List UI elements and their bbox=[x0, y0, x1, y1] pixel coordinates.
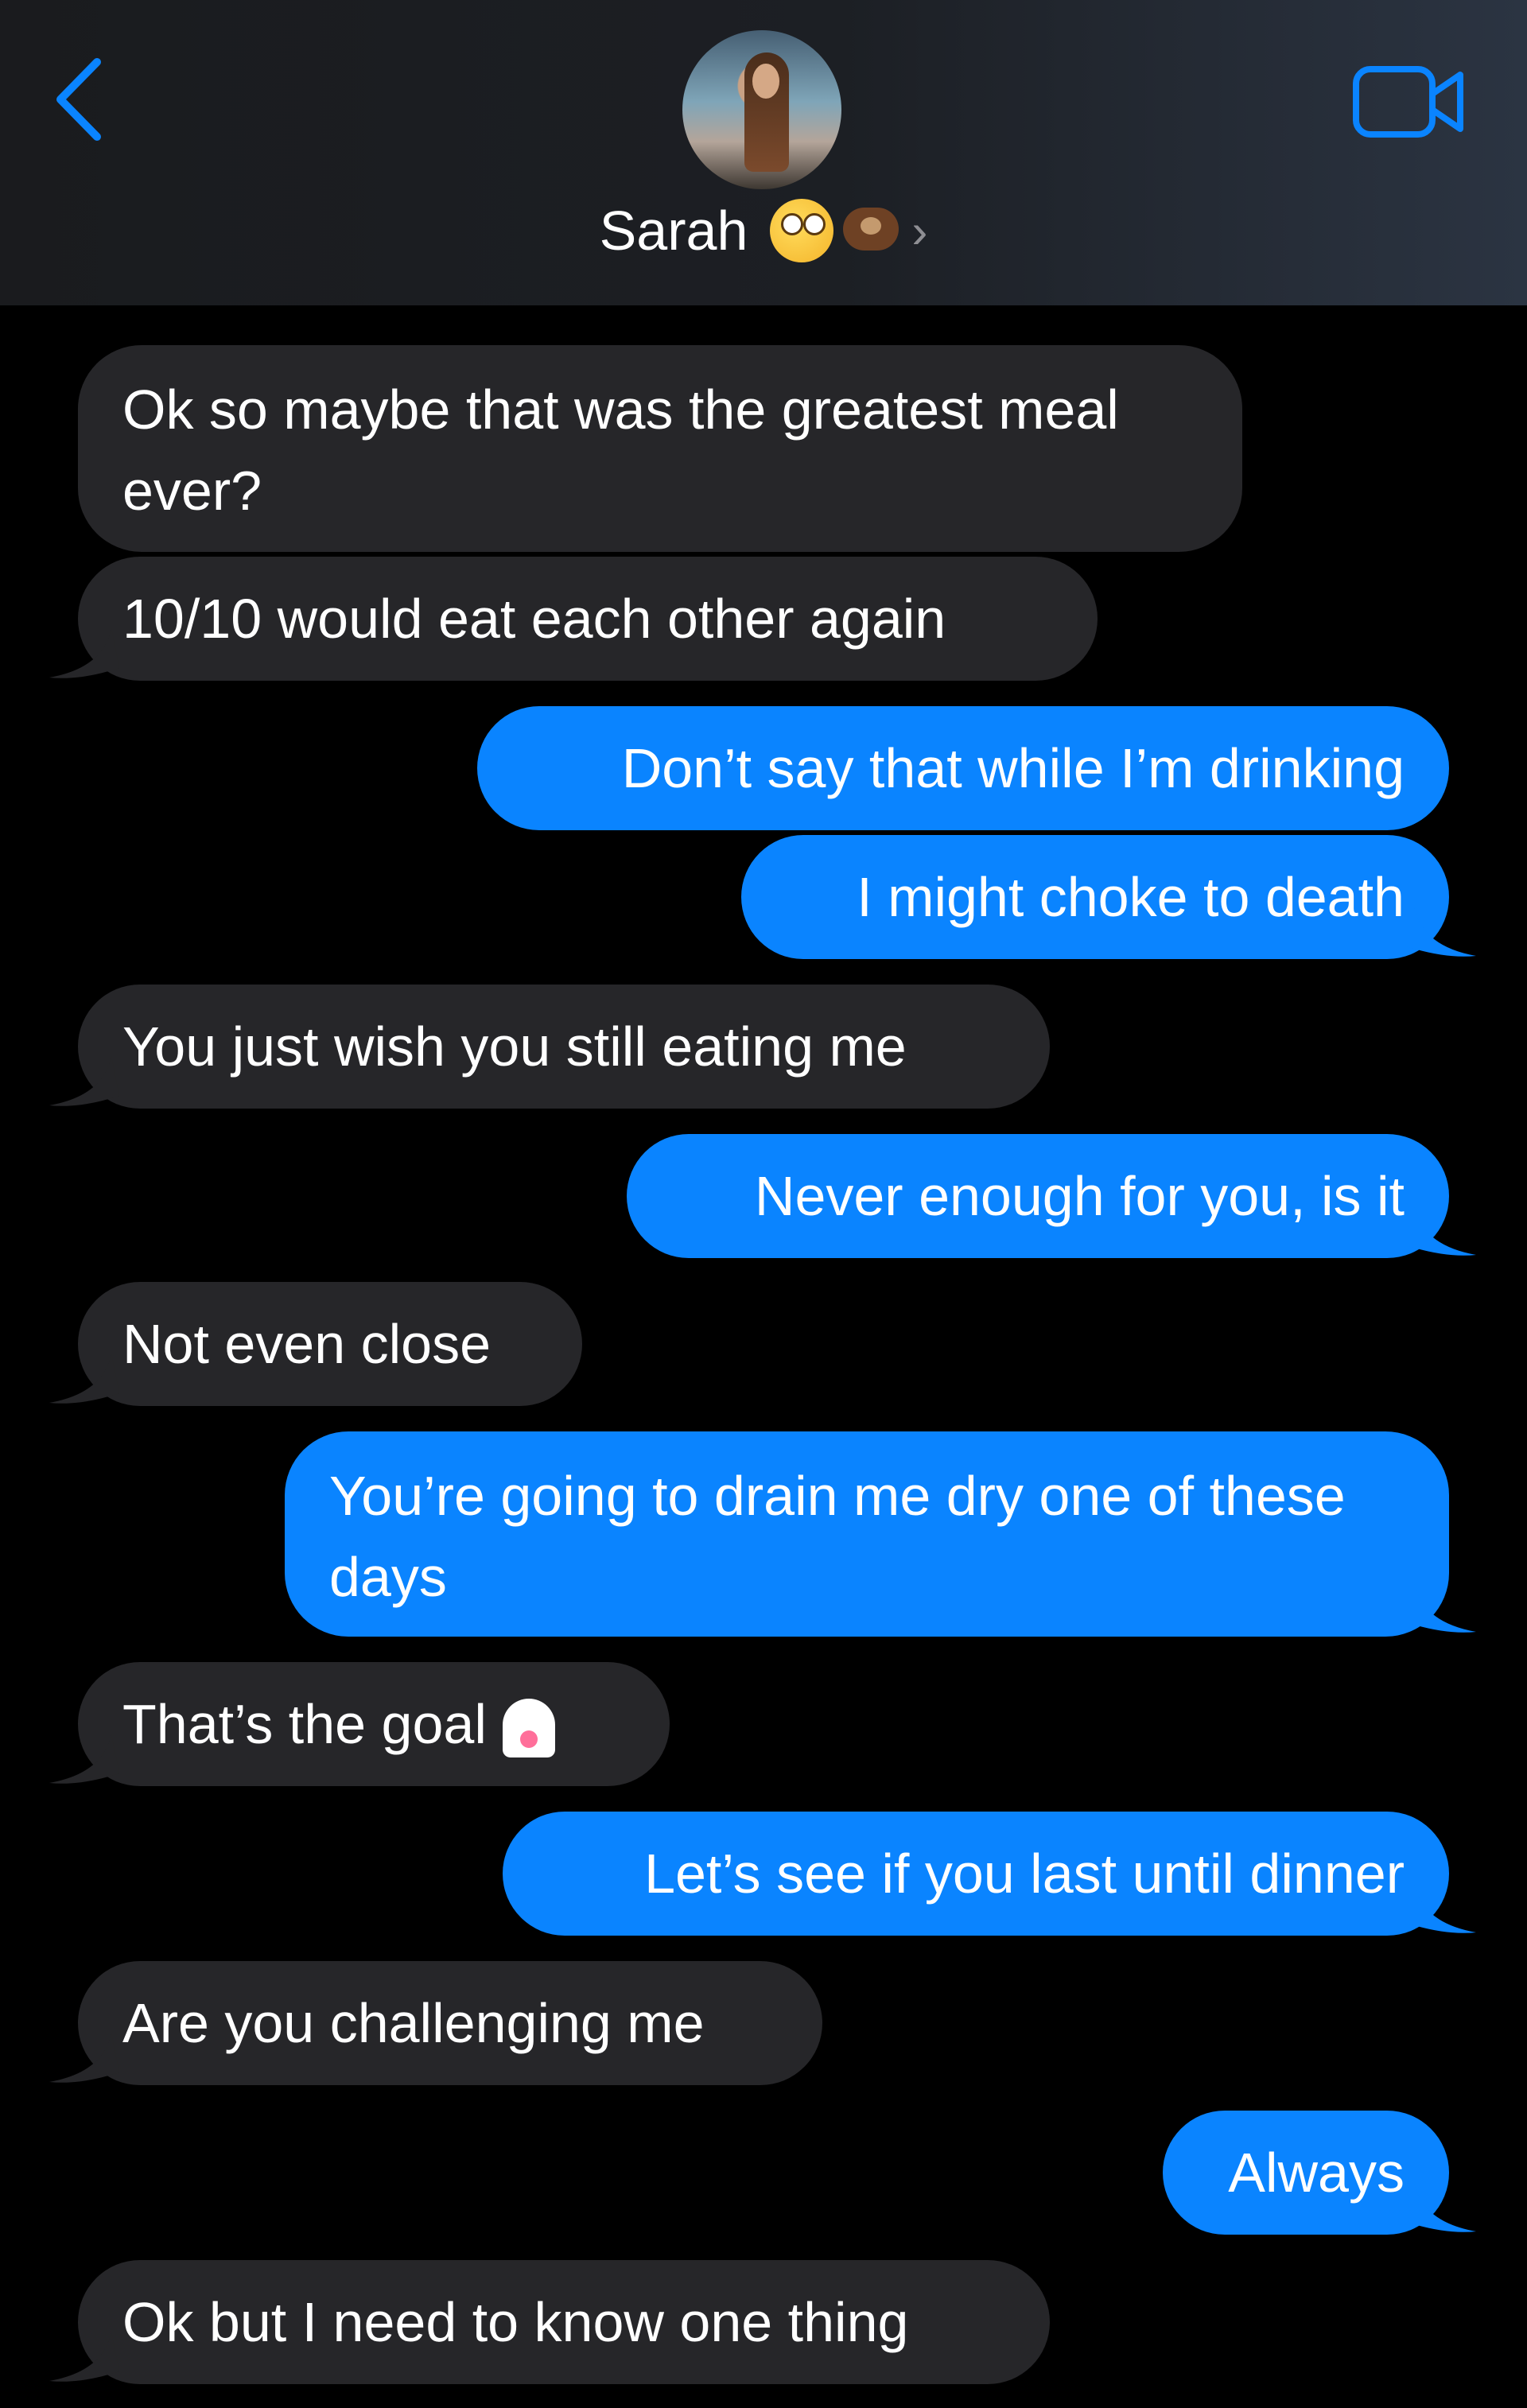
bubble-tail-icon bbox=[1406, 907, 1476, 957]
rolling-eyes-emoji-icon bbox=[770, 199, 834, 262]
message-text: You’re going to drain me dry one of thes… bbox=[329, 1465, 1346, 1608]
message-bubble-incoming[interactable]: That’s the goal bbox=[78, 1662, 670, 1786]
message-bubble-outgoing[interactable]: Never enough for you, is it bbox=[627, 1134, 1449, 1258]
chevron-right-icon: › bbox=[911, 204, 928, 258]
facetime-video-icon[interactable] bbox=[1352, 65, 1465, 138]
message-bubble-outgoing[interactable]: Let’s see if you last until dinner bbox=[503, 1812, 1449, 1936]
message-bubble-incoming[interactable]: Are you challenging me bbox=[78, 1961, 822, 2085]
message-bubble-outgoing[interactable]: Don’t say that while I’m drinking bbox=[477, 706, 1449, 830]
contact-name: Sarah bbox=[599, 200, 748, 262]
message-text: Don’t say that while I’m drinking bbox=[621, 737, 1405, 799]
message-text: You just wish you still eating me bbox=[122, 1016, 907, 1078]
message-text: Are you challenging me bbox=[122, 1992, 705, 2054]
back-chevron-icon[interactable] bbox=[48, 56, 111, 143]
message-text: Ok but I need to know one thing bbox=[122, 2291, 909, 2353]
bubble-tail-icon bbox=[1406, 1583, 1476, 1633]
message-text: I might choke to death bbox=[857, 866, 1405, 928]
message-bubble-incoming[interactable]: Ok but I need to know one thing bbox=[78, 2260, 1050, 2384]
message-text: Never enough for you, is it bbox=[754, 1165, 1405, 1227]
message-bubble-incoming[interactable]: You just wish you still eating me bbox=[78, 985, 1050, 1109]
message-text: That’s the goal bbox=[122, 1693, 487, 1755]
message-text: 10/10 would eat each other again bbox=[122, 588, 946, 650]
bubble-tail-icon bbox=[49, 628, 119, 678]
message-bubble-outgoing[interactable]: You’re going to drain me dry one of thes… bbox=[285, 1431, 1449, 1637]
contact-name-button[interactable]: Sarah › bbox=[0, 191, 1527, 270]
message-bubble-outgoing[interactable]: I might choke to death bbox=[741, 835, 1449, 959]
bubble-tail-icon bbox=[49, 1056, 119, 1106]
message-text: Let’s see if you last until dinner bbox=[644, 1843, 1405, 1905]
bubble-tail-icon bbox=[49, 1734, 119, 1784]
message-bubble-incoming[interactable]: Ok so maybe that was the greatest meal e… bbox=[78, 345, 1242, 552]
ghost-emoji-icon bbox=[498, 1697, 560, 1761]
conversation-header: Sarah › bbox=[0, 0, 1527, 305]
otter-emoji-icon bbox=[840, 203, 911, 258]
message-text: Always bbox=[1228, 2142, 1405, 2204]
message-text: Ok so maybe that was the greatest meal e… bbox=[122, 379, 1119, 522]
bubble-tail-icon bbox=[49, 1354, 119, 1404]
contact-avatar[interactable] bbox=[682, 30, 841, 189]
message-text: Not even close bbox=[122, 1313, 492, 1375]
bubble-tail-icon bbox=[49, 2033, 119, 2083]
bubble-tail-icon bbox=[49, 2332, 119, 2382]
message-bubble-incoming[interactable]: Not even close bbox=[78, 1282, 582, 1406]
message-bubble-incoming[interactable]: 10/10 would eat each other again bbox=[78, 557, 1098, 681]
bubble-tail-icon bbox=[1406, 1883, 1476, 1933]
bubble-tail-icon bbox=[1406, 2182, 1476, 2232]
bubble-tail-icon bbox=[1406, 1206, 1476, 1256]
